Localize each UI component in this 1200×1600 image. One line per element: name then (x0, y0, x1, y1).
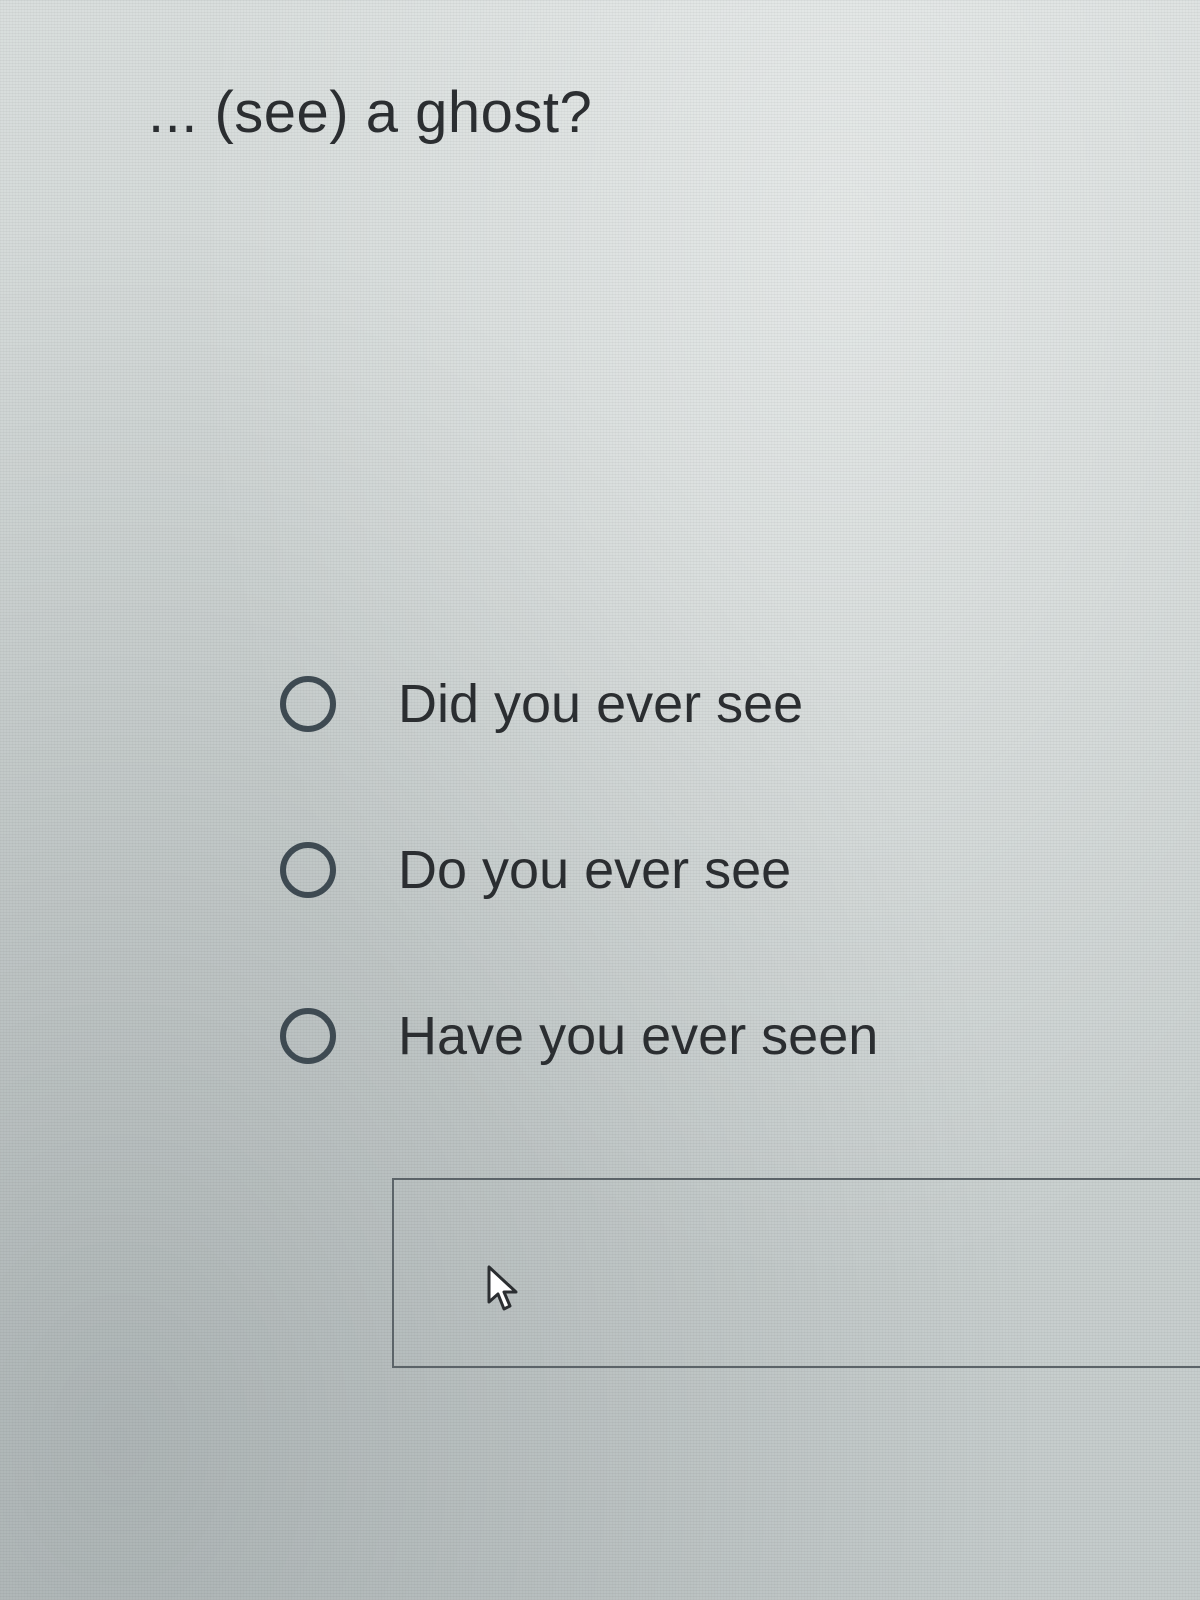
option-label: Did you ever see (398, 674, 804, 734)
radio-button[interactable] (280, 842, 336, 898)
answer-options: Did you ever see Do you ever see Have yo… (280, 670, 878, 1070)
option-have-you-ever-seen[interactable]: Have you ever seen (280, 1002, 878, 1070)
option-do-you-ever-see[interactable]: Do you ever see (280, 836, 878, 904)
option-label: Have you ever seen (398, 1006, 879, 1066)
radio-button[interactable] (280, 1008, 336, 1064)
radio-button[interactable] (280, 676, 336, 732)
option-did-you-ever-see[interactable]: Did you ever see (280, 670, 878, 738)
question-text: ... (see) a ghost? (148, 80, 593, 145)
option-label: Do you ever see (398, 840, 792, 900)
mouse-pointer-arrow-icon (487, 1265, 518, 1311)
